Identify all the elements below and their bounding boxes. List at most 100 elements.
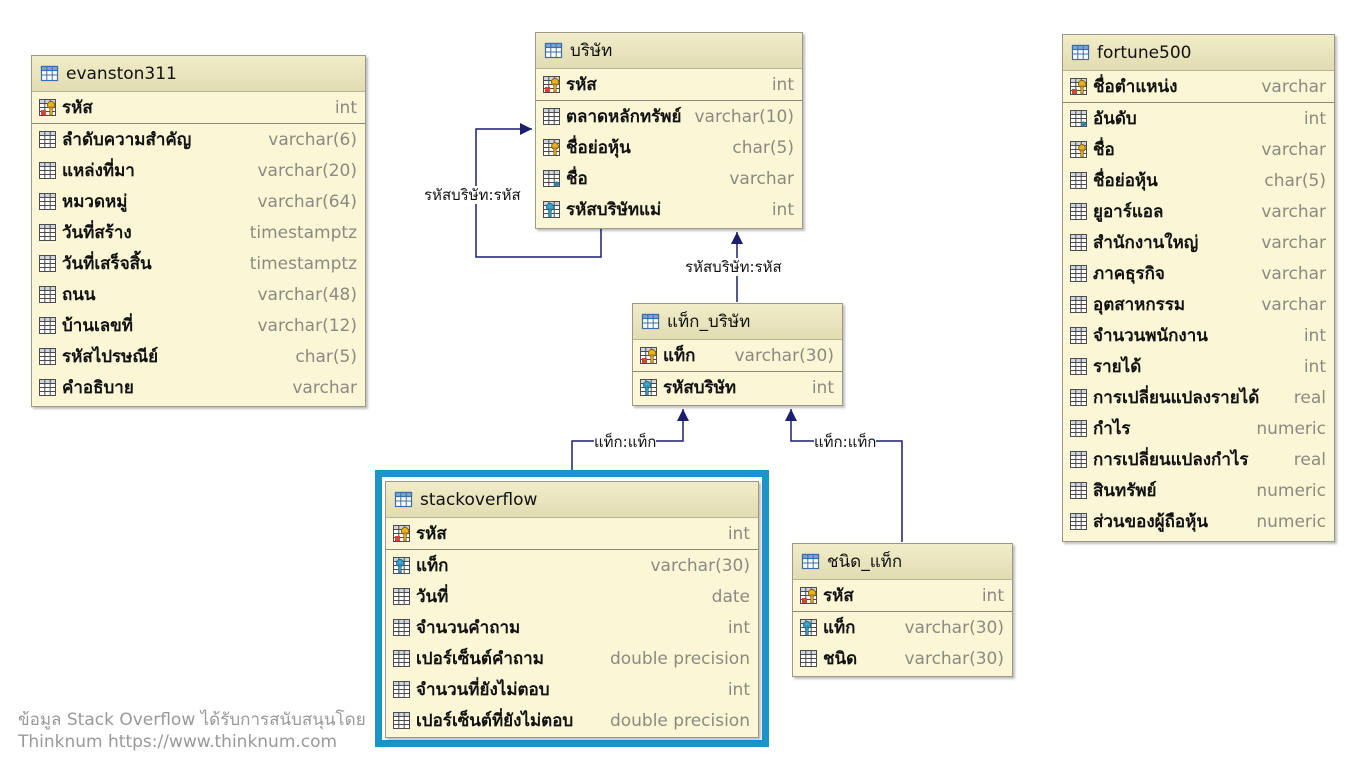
table-column-row[interactable]: ลำดับความสำคัญ varchar(6) [32, 124, 365, 155]
column-icon [1069, 388, 1088, 407]
table-column-row[interactable]: เปอร์เซ็นต์ที่ยังไม่ตอบ double precision [386, 705, 758, 736]
table-column-row[interactable]: ชนิด varchar(30) [793, 643, 1012, 674]
column-type: int [771, 74, 794, 95]
table-tag-type[interactable]: ชนิด_แท็ก รหัส int แท็ก varchar(30) ชนิด varch… [792, 543, 1013, 677]
table-column-row[interactable]: เปอร์เซ็นต์คำถาม double precision [386, 643, 758, 674]
table-column-row[interactable]: ยูอาร์แอล varchar [1063, 196, 1334, 227]
column-type: int [1303, 356, 1326, 377]
table-name: บริษัท [570, 41, 613, 61]
column-type: real [1293, 387, 1326, 408]
column-name: กำไร [1093, 419, 1131, 439]
table-header[interactable]: แท็ก_บริษัท [633, 304, 842, 340]
primary-key-section: รหัส int [793, 580, 1012, 612]
column-type: char(5) [1264, 170, 1326, 191]
column-icon [1069, 419, 1088, 438]
column-type: varchar(6) [268, 129, 357, 150]
table-column-row[interactable]: คำอธิบาย varchar [32, 372, 365, 403]
column-name: รหัสบริษัทแม่ [566, 200, 662, 220]
column-name: บ้านเลขที่ [62, 316, 134, 336]
unique-key-icon [542, 138, 561, 157]
primary-key-section: แท็ก varchar(30) [633, 340, 842, 372]
column-name: จำนวนพนักงาน [1093, 326, 1208, 346]
column-section: แท็ก varchar(30) วันที่ date จำนวนคำถาม int เป… [386, 550, 758, 736]
column-name: แหล่งที่มา [62, 161, 135, 181]
column-type: varchar [1261, 201, 1326, 222]
table-column-row[interactable]: กำไร numeric [1063, 413, 1334, 444]
table-column-row[interactable]: ชื่อ varchar [536, 163, 802, 194]
table-column-row[interactable]: ส่วนของผู้ถือหุ้น numeric [1063, 506, 1334, 537]
column-type: timestamptz [249, 222, 357, 243]
table-column-row[interactable]: วันที่สร้าง timestamptz [32, 217, 365, 248]
table-column-row[interactable]: ถนน varchar(48) [32, 279, 365, 310]
table-header[interactable]: evanston311 [32, 56, 365, 92]
table-column-row[interactable]: แท็ก varchar(30) [386, 550, 758, 581]
table-column-row[interactable]: รหัส int [793, 580, 1012, 611]
table-column-row[interactable]: วันที่ date [386, 581, 758, 612]
column-type: char(5) [295, 346, 357, 367]
table-evanston311[interactable]: evanston311 รหัส int ลำดับความสำคัญ varchar(… [31, 55, 366, 407]
primary-key-icon [639, 346, 658, 365]
column-name: วันที่สร้าง [62, 223, 132, 243]
table-stackoverflow[interactable]: stackoverflow รหัส int แท็ก varchar(30) วันที… [385, 481, 759, 738]
column-type: numeric [1256, 511, 1326, 532]
table-column-row[interactable]: อุตสาหกรรม varchar [1063, 289, 1334, 320]
column-icon [1069, 171, 1088, 190]
table-column-row[interactable]: ชื่อ varchar [1063, 134, 1334, 165]
table-column-row[interactable]: แท็ก varchar(30) [793, 612, 1012, 643]
table-column-row[interactable]: รหัสบริษัท int [633, 372, 842, 403]
table-header[interactable]: stackoverflow [386, 482, 758, 518]
column-name: รายได้ [1093, 357, 1142, 377]
table-column-row[interactable]: จำนวนที่ยังไม่ตอบ int [386, 674, 758, 705]
table-column-row[interactable]: รหัสไปรษณีย์ char(5) [32, 341, 365, 372]
table-header[interactable]: ชนิด_แท็ก [793, 544, 1012, 580]
table-column-row[interactable]: จำนวนคำถาม int [386, 612, 758, 643]
column-icon [392, 711, 411, 730]
table-column-row[interactable]: สินทรัพย์ numeric [1063, 475, 1334, 506]
column-icon [799, 649, 818, 668]
table-column-row[interactable]: รหัส int [536, 69, 802, 100]
table-column-row[interactable]: แหล่งที่มา varchar(20) [32, 155, 365, 186]
table-column-row[interactable]: รหัสบริษัทแม่ int [536, 194, 802, 225]
primary-key-section: รหัส int [386, 518, 758, 550]
column-name: วันที่ [416, 587, 449, 607]
column-type: int [727, 617, 750, 638]
column-name: ชนิด [823, 649, 858, 669]
column-name: สินทรัพย์ [1093, 481, 1157, 501]
table-header[interactable]: บริษัท [536, 33, 802, 69]
column-name: จำนวนที่ยังไม่ตอบ [416, 680, 550, 700]
column-name: รหัสบริษัท [663, 378, 737, 398]
table-header[interactable]: fortune500 [1063, 35, 1334, 71]
table-company[interactable]: บริษัท รหัส int ตลาดหลักทรัพย์ varchar(10) ชื… [535, 32, 803, 229]
column-name: การเปลี่ยนแปลงรายได้ [1093, 388, 1260, 408]
table-column-row[interactable]: สำนักงานใหญ่ varchar [1063, 227, 1334, 258]
column-type: real [1293, 449, 1326, 470]
table-column-row[interactable]: รหัส int [386, 518, 758, 549]
column-name: เปอร์เซ็นต์ที่ยังไม่ตอบ [416, 711, 574, 731]
table-tag-company[interactable]: แท็ก_บริษัท แท็ก varchar(30) รหัสบริษัท int [632, 303, 843, 406]
column-name: ชื่อ [566, 169, 588, 189]
column-type: numeric [1256, 480, 1326, 501]
table-column-row[interactable]: การเปลี่ยนแปลงกำไร real [1063, 444, 1334, 475]
table-column-row[interactable]: จำนวนพนักงาน int [1063, 320, 1334, 351]
table-column-row[interactable]: ชื่อย่อหุ้น char(5) [536, 132, 802, 163]
table-column-row[interactable]: ชื่อย่อหุ้น char(5) [1063, 165, 1334, 196]
table-column-row[interactable]: ตลาดหลักทรัพย์ varchar(10) [536, 101, 802, 132]
column-icon [392, 649, 411, 668]
table-column-row[interactable]: หมวดหมู่ varchar(64) [32, 186, 365, 217]
table-fortune500[interactable]: fortune500 ชื่อตำแหน่ง varchar อันดับ int ชื่… [1062, 34, 1335, 542]
table-column-row[interactable]: วันที่เสร็จสิ้น timestamptz [32, 248, 365, 279]
column-type: varchar(10) [694, 106, 794, 127]
column-type: varchar [729, 168, 794, 189]
table-column-row[interactable]: การเปลี่ยนแปลงรายได้ real [1063, 382, 1334, 413]
column-icon [1069, 295, 1088, 314]
table-column-row[interactable]: ภาคธุรกิจ varchar [1063, 258, 1334, 289]
table-column-row[interactable]: อันดับ int [1063, 103, 1334, 134]
column-type: double precision [609, 710, 750, 731]
table-column-row[interactable]: ชื่อตำแหน่ง varchar [1063, 71, 1334, 102]
column-name: แท็ก [416, 556, 449, 576]
table-column-row[interactable]: รหัส int [32, 92, 365, 123]
column-name: ชื่อย่อหุ้น [1093, 171, 1158, 191]
table-column-row[interactable]: รายได้ int [1063, 351, 1334, 382]
table-column-row[interactable]: บ้านเลขที่ varchar(12) [32, 310, 365, 341]
table-column-row[interactable]: แท็ก varchar(30) [633, 340, 842, 371]
